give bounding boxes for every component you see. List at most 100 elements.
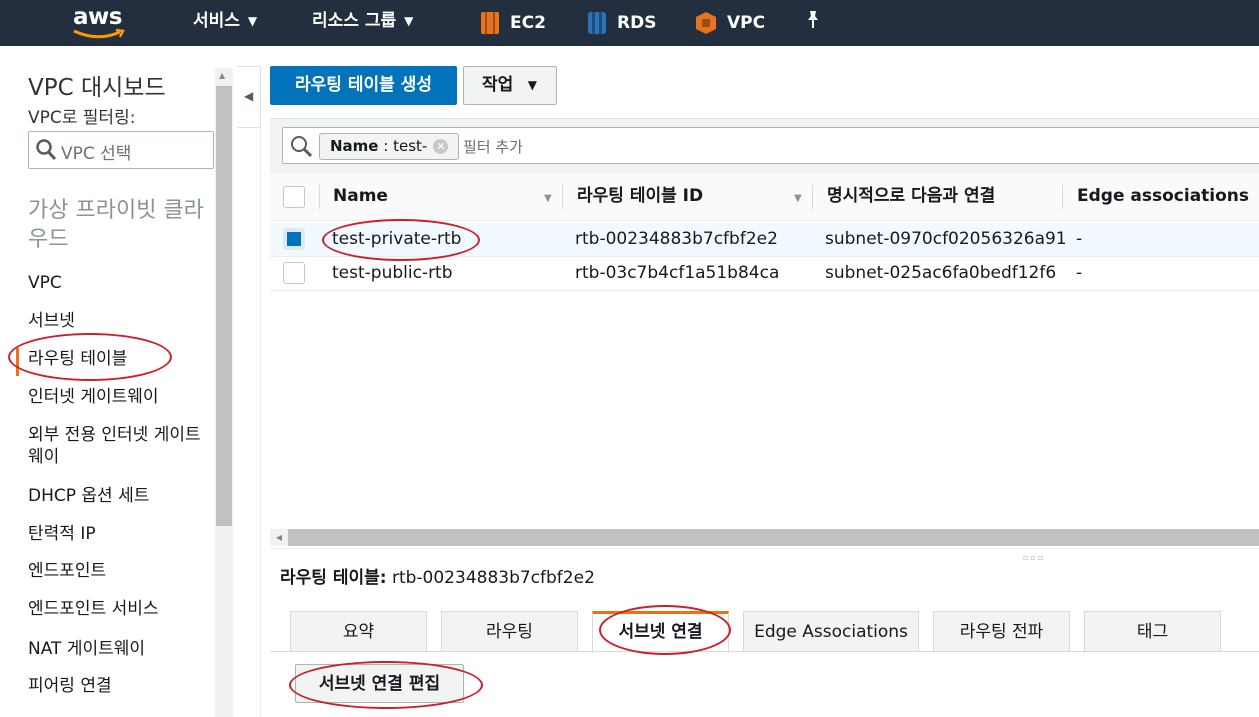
column-separator: [1062, 185, 1063, 209]
search-icon: [291, 136, 313, 158]
column-separator: [562, 185, 563, 209]
ec2-icon: [481, 12, 499, 34]
shortcut-label: RDS: [617, 13, 657, 33]
tab-subnet-associations[interactable]: 서브넷 연결: [592, 611, 729, 653]
column-header-label: Edge associations: [1077, 186, 1250, 206]
column-header-label: 라우팅 테이블 ID: [577, 186, 704, 206]
chevron-down-icon: ▼: [247, 14, 258, 28]
filter-input[interactable]: Name : test- ✕ 필터 추가: [282, 127, 1259, 164]
sidebar-section-title: 가상 프라이빗 클라우드: [28, 198, 204, 252]
sort-icon[interactable]: ▼: [794, 173, 802, 221]
actions-dropdown[interactable]: 작업 ▼: [463, 66, 557, 105]
detail-value: rtb-00234883b7cfbf2e2: [391, 568, 595, 588]
scrollbar-thumb[interactable]: [216, 86, 232, 526]
horizontal-scrollbar[interactable]: ◀: [270, 529, 1259, 546]
scroll-left-icon[interactable]: ◀: [270, 529, 288, 546]
tab-route-propagation[interactable]: 라우팅 전파: [933, 611, 1070, 652]
filter-bar: Name : test- ✕ 필터 추가: [270, 118, 1259, 173]
column-header-edge-associations[interactable]: Edge associations: [1077, 173, 1249, 221]
sidebar-item-internet-gateways[interactable]: 인터넷 게이트웨이: [28, 386, 214, 408]
create-route-table-button[interactable]: 라우팅 테이블 생성: [270, 66, 457, 105]
table-row[interactable]: test-private-rtb rtb-00234883b7cfbf2e2 s…: [270, 223, 1259, 257]
scroll-up-icon[interactable]: ▲: [219, 71, 225, 80]
sort-icon[interactable]: ▼: [544, 173, 552, 221]
chevron-down-icon: ▼: [527, 78, 537, 92]
resource-groups-menu[interactable]: 리소스 그룹 ▼: [312, 0, 413, 46]
sidebar-scrollbar[interactable]: ▲: [215, 68, 233, 717]
table-row[interactable]: test-public-rtb rtb-03c7b4cf1a51b84ca su…: [270, 257, 1259, 291]
detail-title: 라우팅 테이블: rtb-00234883b7cfbf2e2: [280, 563, 595, 588]
tab-edge-associations[interactable]: Edge Associations: [743, 611, 919, 652]
actions-label: 작업: [482, 75, 514, 95]
tab-tags[interactable]: 태그: [1084, 611, 1221, 652]
tab-routes[interactable]: 라우팅: [441, 611, 578, 652]
remove-filter-icon[interactable]: ✕: [433, 139, 449, 154]
sidebar-item-elastic-ip[interactable]: 탄력적 IP: [28, 523, 214, 545]
detail-label: 라우팅 테이블:: [280, 568, 387, 588]
filter-token-value: test-: [393, 137, 428, 155]
chevron-left-icon: ◀: [244, 89, 254, 103]
sidebar: VPC 대시보드 VPC로 필터링: VPC 선택 가상 프라이빗 클라우드 V…: [0, 46, 234, 717]
sidebar-item-peering[interactable]: 피어링 연결: [28, 675, 214, 697]
sidebar-item-endpoint-services[interactable]: 엔드포인트 서비스: [28, 598, 214, 620]
column-header-label: 명시적으로 다음과 연결: [827, 186, 996, 206]
cell-subnet: subnet-025ac6fa0bedf12f6: [825, 263, 1057, 283]
sidebar-item-egress-only-gateways[interactable]: 외부 전용 인터넷 게이트웨이: [28, 424, 214, 468]
vpc-filter-label: VPC로 필터링:: [28, 108, 136, 128]
rds-icon: [588, 12, 606, 34]
shortcut-label: EC2: [510, 13, 546, 33]
top-nav: aws 서비스 ▼ 리소스 그룹 ▼ EC2 RDS VPC: [0, 0, 1259, 46]
row-checkbox[interactable]: [283, 228, 305, 250]
shortcut-vpc[interactable]: VPC: [695, 0, 765, 46]
edit-subnet-associations-button[interactable]: 서브넷 연결 편집: [295, 664, 464, 703]
vpc-icon: [696, 12, 716, 34]
cell-edge: -: [1076, 263, 1083, 283]
services-label: 서비스: [193, 11, 240, 31]
column-header-explicit-association[interactable]: 명시적으로 다음과 연결: [827, 173, 995, 221]
cell-route-table-id: rtb-00234883b7cfbf2e2: [575, 229, 778, 249]
column-header-name[interactable]: Name: [333, 173, 388, 221]
pin-icon[interactable]: [805, 10, 821, 35]
sidebar-item-route-tables[interactable]: 라우팅 테이블: [28, 348, 214, 370]
filter-token[interactable]: Name : test- ✕: [319, 133, 460, 160]
sidebar-title[interactable]: VPC 대시보드: [28, 68, 166, 102]
vpc-filter-select[interactable]: VPC 선택: [28, 131, 214, 169]
aws-logo[interactable]: aws: [72, 4, 132, 42]
vpc-filter-placeholder: VPC 선택: [61, 144, 132, 164]
select-all-checkbox[interactable]: [283, 186, 305, 208]
row-checkbox[interactable]: [283, 262, 305, 284]
filter-token-key: Name: [330, 137, 379, 155]
services-menu[interactable]: 서비스 ▼: [193, 0, 257, 46]
search-icon: [36, 139, 57, 161]
shortcut-ec2[interactable]: EC2: [480, 0, 546, 46]
column-header-route-table-id[interactable]: 라우팅 테이블 ID: [577, 173, 703, 221]
resize-handle-icon[interactable]: ▫▫▫: [1023, 553, 1045, 562]
pane-divider[interactable]: [270, 548, 1259, 549]
table-header: Name ▼ 라우팅 테이블 ID ▼ 명시적으로 다음과 연결 Edge as…: [270, 173, 1259, 221]
column-header-label: Name: [333, 186, 388, 206]
active-indicator: [16, 348, 19, 376]
cell-name: test-public-rtb: [332, 263, 453, 283]
sidebar-item-vpc[interactable]: VPC: [28, 272, 214, 294]
sidebar-item-dhcp-options[interactable]: DHCP 옵션 세트: [28, 485, 214, 507]
shortcut-rds[interactable]: RDS: [587, 0, 656, 46]
column-separator: [812, 185, 813, 209]
collapse-sidebar-button[interactable]: ◀: [237, 66, 261, 128]
sidebar-item-subnets[interactable]: 서브넷: [28, 310, 214, 332]
smile-arrow-icon: [73, 28, 125, 39]
tab-summary[interactable]: 요약: [290, 611, 427, 652]
cell-edge: -: [1076, 229, 1083, 249]
aws-logo-text: aws: [73, 4, 122, 30]
cell-subnet: subnet-0970cf02056326a91: [825, 229, 1067, 249]
resource-groups-label: 리소스 그룹: [312, 11, 397, 31]
cell-route-table-id: rtb-03c7b4cf1a51b84ca: [575, 263, 780, 283]
chevron-down-icon: ▼: [404, 14, 414, 28]
cell-name: test-private-rtb: [332, 229, 462, 249]
tabs-underline: [270, 651, 1259, 652]
shortcut-label: VPC: [727, 13, 766, 33]
add-filter-placeholder: 필터 추가: [463, 138, 523, 156]
sidebar-item-nat-gateways[interactable]: NAT 게이트웨이: [28, 638, 214, 660]
column-separator: [319, 185, 320, 209]
sidebar-item-endpoints[interactable]: 엔드포인트: [28, 560, 214, 582]
divider: [260, 128, 261, 717]
